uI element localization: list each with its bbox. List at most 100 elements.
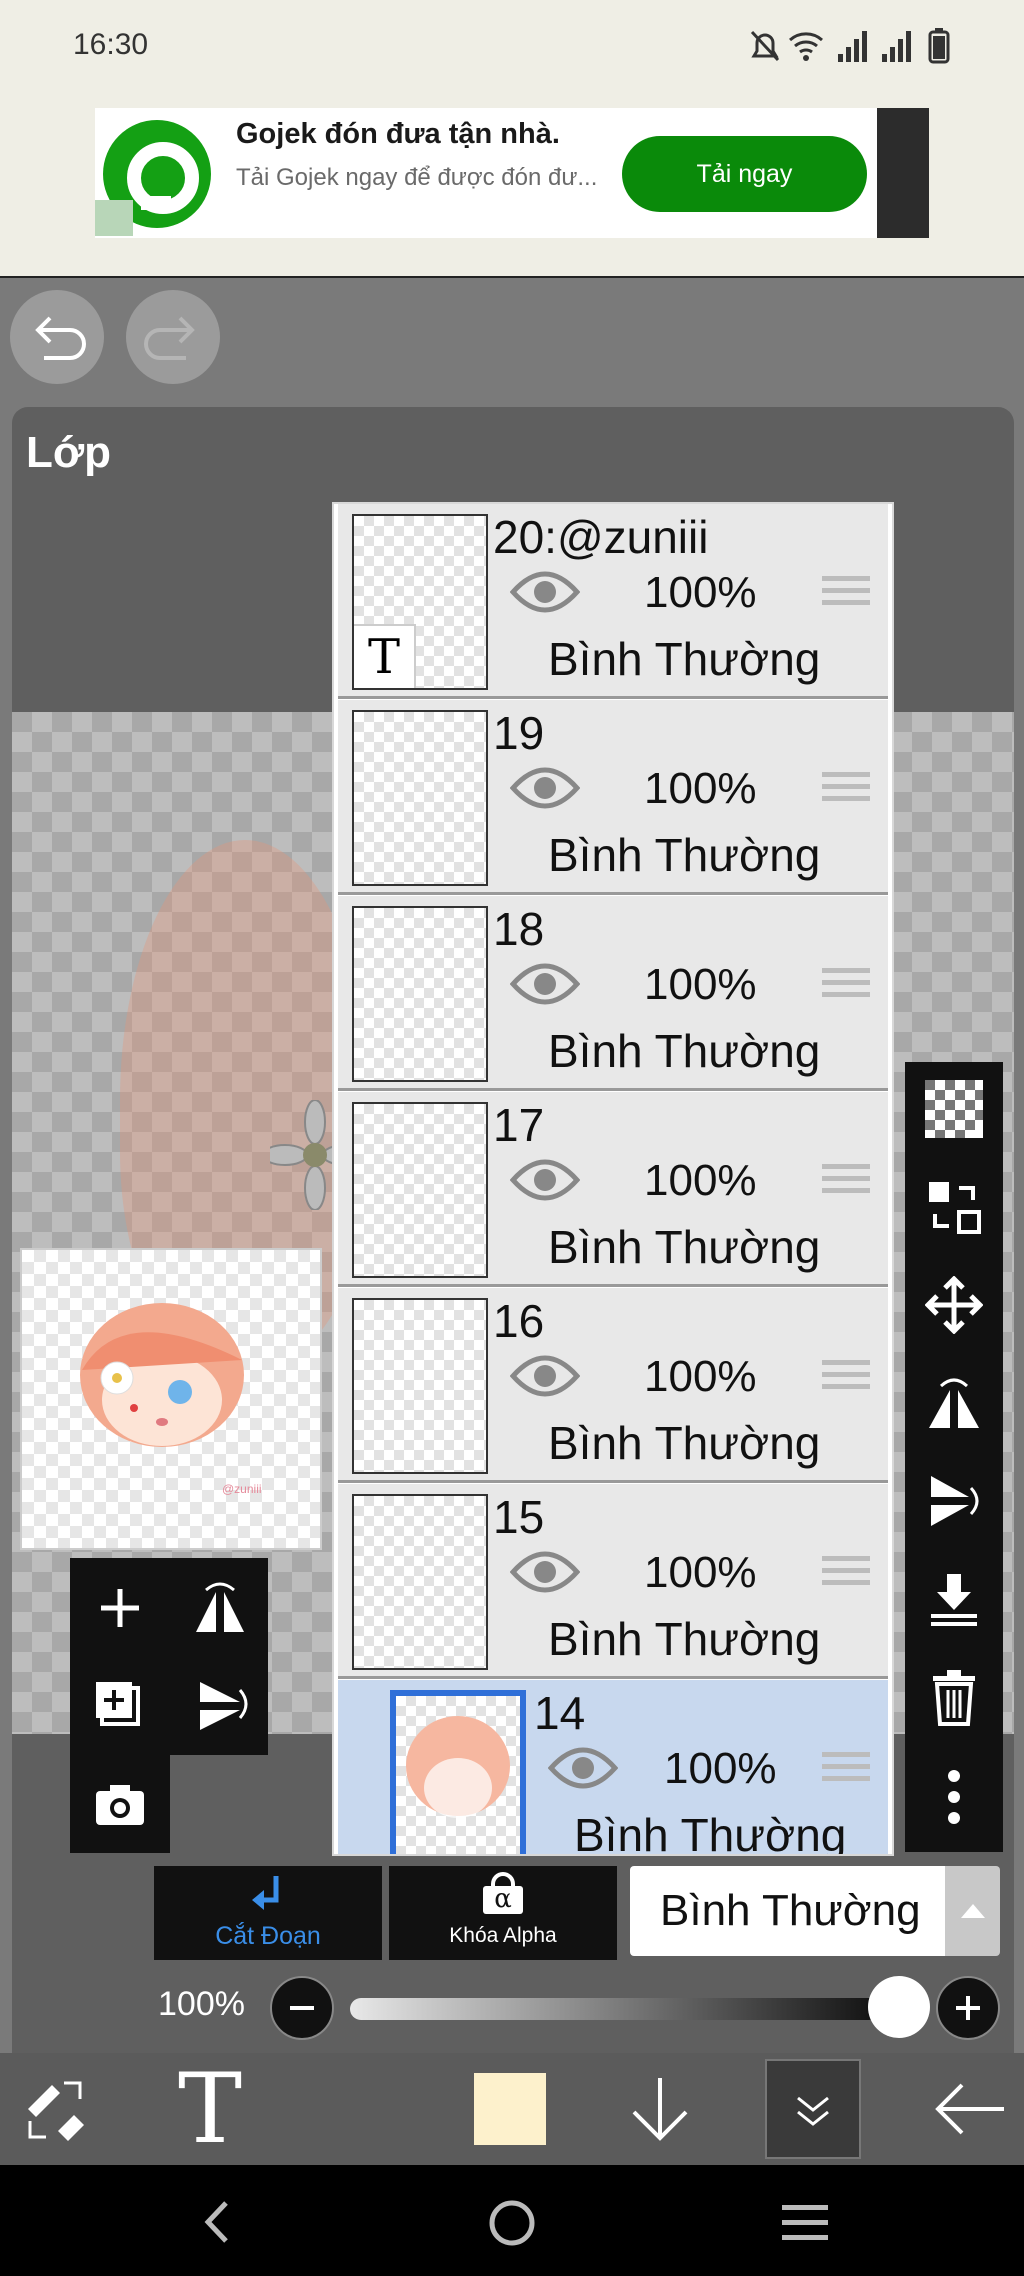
layer-thumbnail[interactable] <box>352 710 488 886</box>
trash-icon <box>933 1670 975 1726</box>
layer-thumbnail[interactable] <box>352 906 488 1082</box>
wifi-icon <box>789 32 823 61</box>
flip-h-button[interactable] <box>919 1368 989 1438</box>
redo-icon <box>144 316 195 360</box>
alpha-lock-label: Khóa Alpha <box>449 1924 557 1947</box>
tool-switch-button[interactable] <box>0 2053 112 2165</box>
layer-row[interactable]: 16 100% Bình Thường <box>338 1288 888 1483</box>
layer-thumbnail[interactable] <box>390 1690 526 1854</box>
layer-row[interactable]: T 20:@zuniii 100% Bình Thường <box>338 504 888 699</box>
drag-handle-icon[interactable] <box>822 1556 870 1596</box>
merge-down-button[interactable] <box>919 1564 989 1634</box>
ad-title: Gojek đón đưa tận nhà. <box>236 118 560 150</box>
layer-opacity: 100% <box>644 1352 757 1401</box>
color-button[interactable] <box>460 2053 560 2165</box>
camera-icon <box>96 1785 144 1825</box>
ad-side-strip <box>877 108 929 238</box>
layer-opacity: 100% <box>644 960 757 1009</box>
opacity-slider-thumb[interactable] <box>868 1976 930 2038</box>
flip-vertical-button[interactable] <box>180 1666 260 1746</box>
opacity-decrease-button[interactable] <box>270 1976 334 2040</box>
blend-mode-select[interactable]: Bình Thường <box>630 1866 945 1956</box>
move-down-button[interactable] <box>610 2053 710 2165</box>
add-layer-icon <box>101 1589 139 1627</box>
layer-thumbnail[interactable] <box>352 1298 488 1474</box>
ad-install-button[interactable]: Tải ngay <box>622 136 867 212</box>
eye-icon[interactable] <box>510 570 580 614</box>
layer-list[interactable]: T 20:@zuniii 100% Bình Thường 19 100% Bình Thư… <box>332 502 894 1856</box>
move-button[interactable] <box>919 1270 989 1340</box>
arrow-down-icon <box>632 2078 688 2141</box>
brush-eraser-swap-icon <box>28 2081 84 2141</box>
merge-down-icon <box>931 1574 977 1626</box>
flip-horizontal-button[interactable] <box>180 1568 260 1648</box>
undo-icon <box>35 316 86 360</box>
layer-blend-mode: Bình Thường <box>548 1417 821 1469</box>
drag-handle-icon[interactable] <box>822 968 870 1008</box>
layer-thumbnail[interactable] <box>352 1494 488 1670</box>
layer-thumbnail[interactable]: T <box>352 514 488 690</box>
eye-icon[interactable] <box>510 1158 580 1202</box>
layer-name: 17 <box>493 1099 545 1151</box>
flip-horizontal-icon <box>196 1582 244 1632</box>
layer-name: 19 <box>493 707 545 759</box>
delete-layer-button[interactable] <box>919 1662 989 1732</box>
layer-row[interactable]: 19 100% Bình Thường <box>338 700 888 895</box>
ad-banner[interactable]: Gojek đón đưa tận nhà. Tải Gojek ngay để… <box>95 108 929 238</box>
layer-row[interactable]: 15 100% Bình Thường <box>338 1484 888 1679</box>
nav-back-icon[interactable] <box>196 2197 236 2247</box>
ad-info-icon[interactable] <box>95 200 133 236</box>
blend-mode-dropdown-button[interactable] <box>945 1866 1000 1956</box>
more-button[interactable] <box>919 1762 989 1832</box>
text-tool-button[interactable]: T <box>150 2053 270 2165</box>
bottom-toolbar: T <box>0 2053 1024 2165</box>
eye-icon[interactable] <box>510 766 580 810</box>
eye-icon[interactable] <box>510 962 580 1006</box>
layer-blend-mode: Bình Thường <box>548 1221 821 1273</box>
eye-icon[interactable] <box>510 1354 580 1398</box>
layer-row[interactable]: 17 100% Bình Thường <box>338 1092 888 1287</box>
layers-collapse-button[interactable] <box>765 2059 861 2159</box>
move-icon <box>925 1276 983 1334</box>
transparent-fill-button[interactable] <box>919 1074 989 1144</box>
status-bar: 16:30 <box>0 0 1024 95</box>
opacity-slider[interactable] <box>350 1998 880 2020</box>
add-layer-button[interactable] <box>80 1568 160 1648</box>
undo-button[interactable] <box>10 290 104 384</box>
text-layer-badge: T <box>354 624 416 688</box>
alpha-lock-button[interactable]: α Khóa Alpha <box>389 1866 617 1960</box>
drag-handle-icon[interactable] <box>822 1752 870 1792</box>
flip-h-icon <box>929 1378 979 1428</box>
clipping-button[interactable]: Cắt Đoạn <box>154 1866 382 1960</box>
eye-icon[interactable] <box>548 1746 618 1790</box>
layer-opacity: 100% <box>664 1744 777 1793</box>
drag-handle-icon[interactable] <box>822 1164 870 1204</box>
layer-row[interactable]: 18 100% Bình Thường <box>338 896 888 1091</box>
bell-off-icon <box>750 30 780 62</box>
redo-button[interactable] <box>126 290 220 384</box>
more-icon <box>948 1770 960 1824</box>
layer-name: 14 <box>534 1687 586 1739</box>
battery-icon <box>928 28 950 64</box>
layer-opacity: 100% <box>644 1156 757 1205</box>
back-button[interactable] <box>920 2053 1020 2165</box>
layer-opacity: 100% <box>644 568 757 617</box>
layer-blend-mode: Bình Thường <box>548 829 821 881</box>
layer-thumbnail[interactable] <box>352 1102 488 1278</box>
nav-recents-icon[interactable] <box>780 2201 830 2245</box>
drag-handle-icon[interactable] <box>822 1360 870 1400</box>
layer-blend-mode: Bình Thường <box>548 1613 821 1665</box>
canvas-preview[interactable]: @zuniii <box>20 1248 322 1550</box>
drag-handle-icon[interactable] <box>822 576 870 616</box>
plus-icon <box>956 1996 980 2020</box>
flip-v-button[interactable] <box>919 1466 989 1536</box>
camera-button[interactable] <box>80 1765 160 1845</box>
opacity-increase-button[interactable] <box>936 1976 1000 2040</box>
transform-button[interactable] <box>919 1172 989 1242</box>
duplicate-layer-button[interactable] <box>80 1666 160 1746</box>
eye-icon[interactable] <box>510 1550 580 1594</box>
drag-handle-icon[interactable] <box>822 772 870 812</box>
nav-home-icon[interactable] <box>486 2197 538 2249</box>
layer-row[interactable]: 14 100% Bình Thường <box>338 1680 888 1854</box>
character-preview <box>80 1303 244 1447</box>
